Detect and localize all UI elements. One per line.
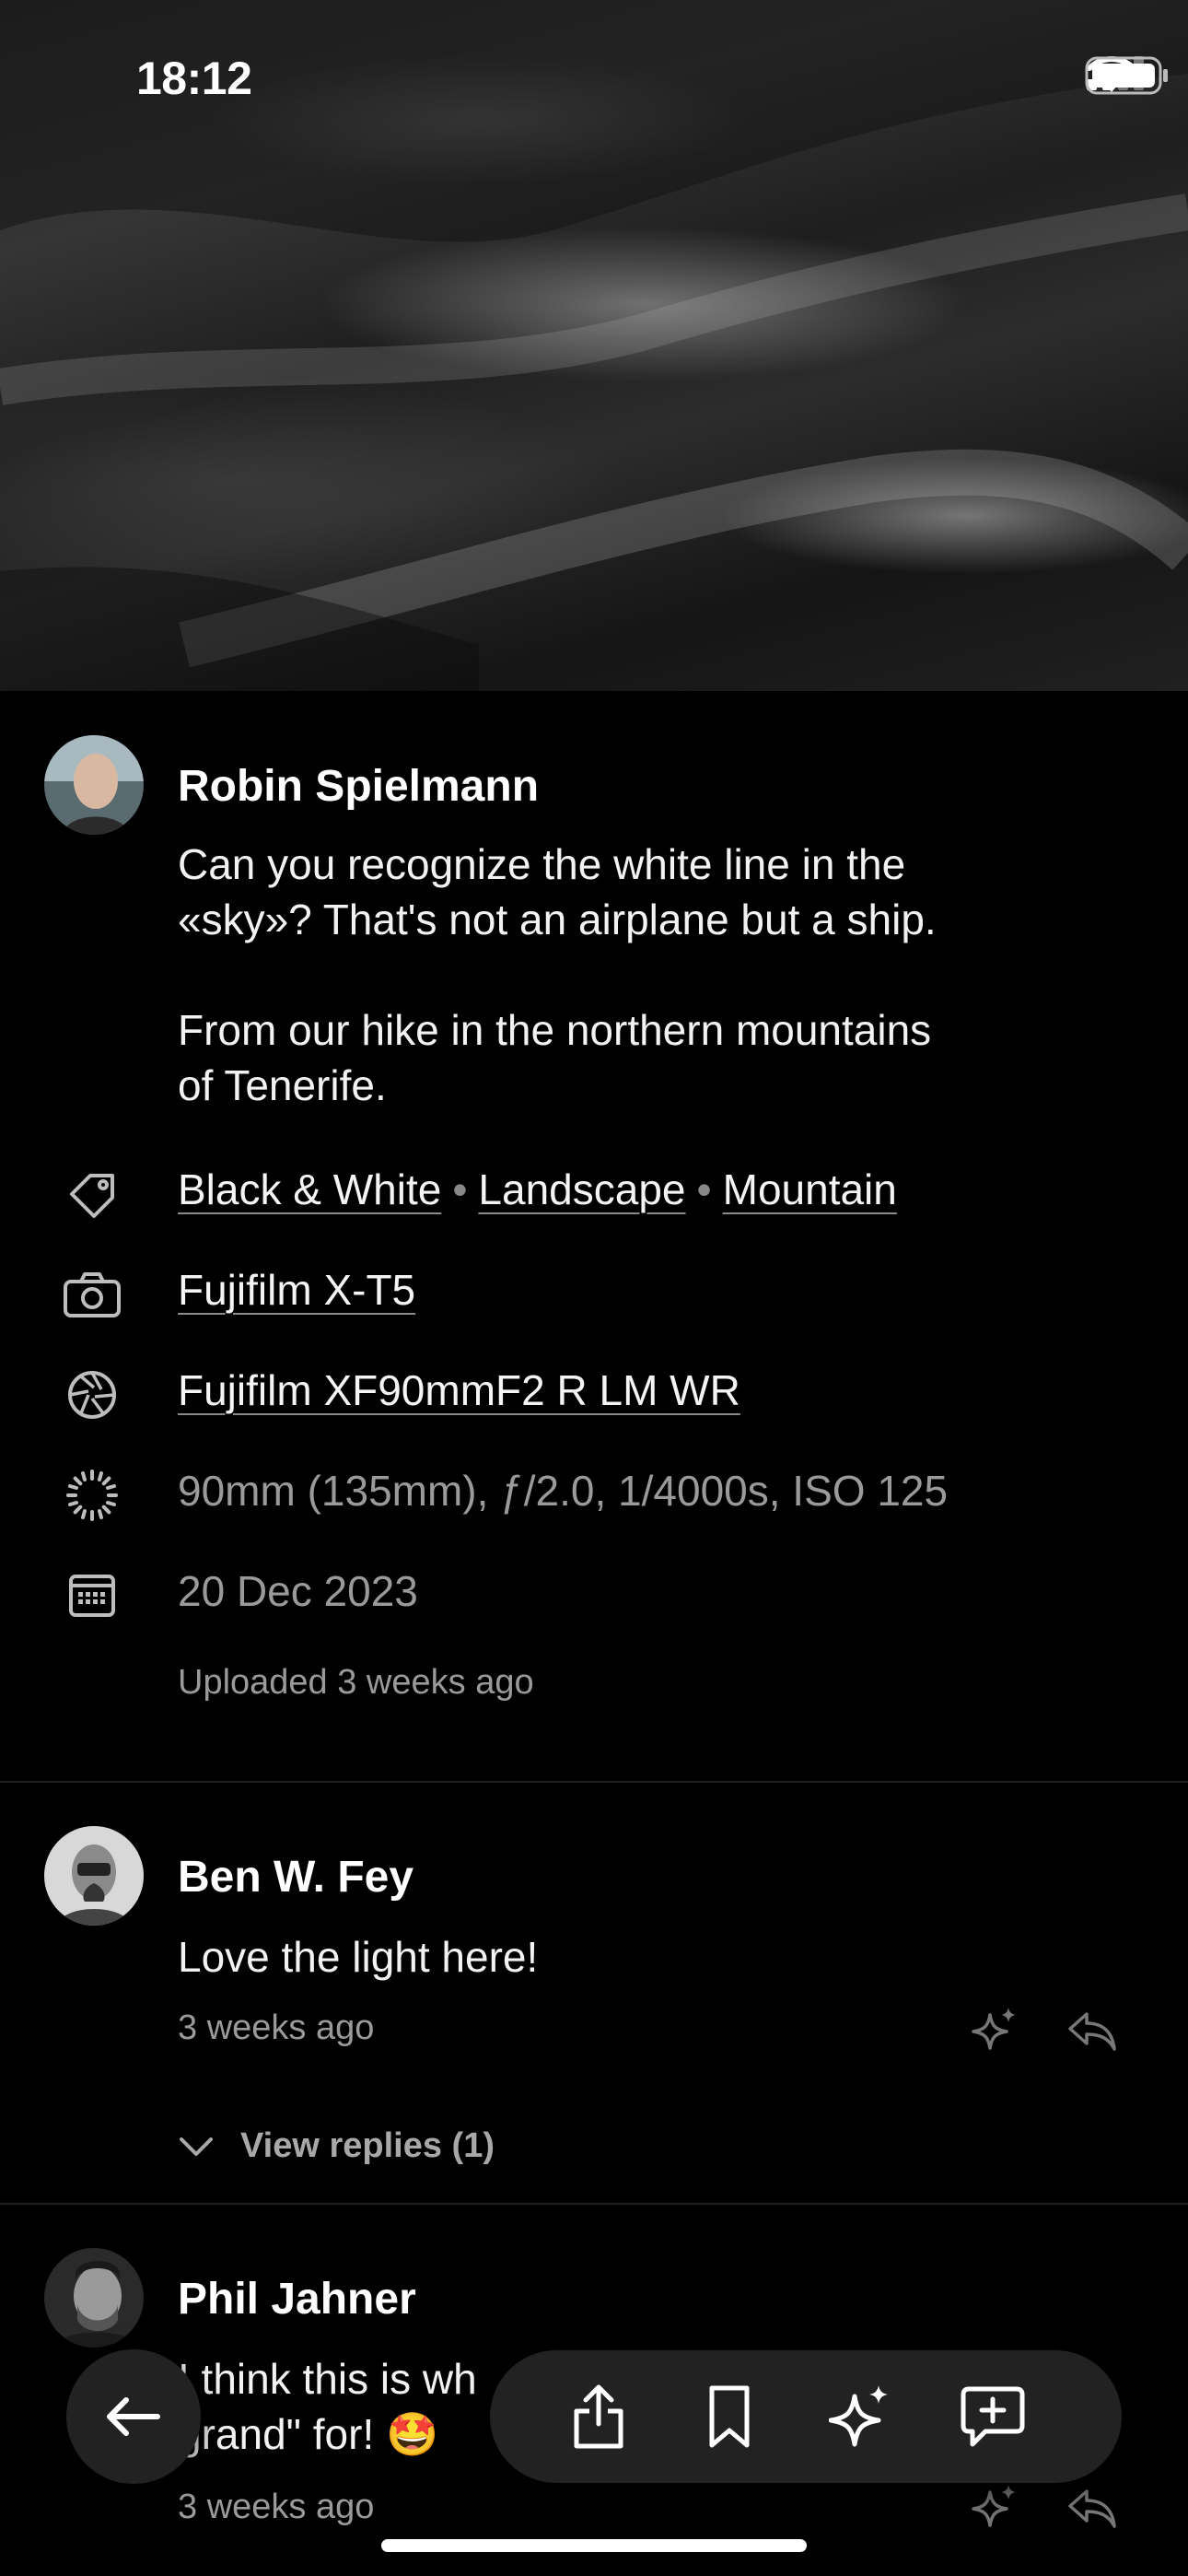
tag-link[interactable]: Mountain: [723, 1165, 897, 1213]
back-button[interactable]: [66, 2349, 201, 2484]
description-line: From our hike in the northern mountains: [178, 1006, 932, 1054]
aperture-icon: [63, 1367, 122, 1423]
exposure-text: 90mm (135mm), ƒ/2.0, 1/4000s, ISO 125: [178, 1467, 949, 1515]
calendar-icon: [63, 1568, 122, 1623]
comment-line: I think this is wh: [178, 2355, 477, 2403]
bookmark-button[interactable]: [696, 2383, 763, 2450]
reply-icon[interactable]: [1066, 2482, 1118, 2534]
share-icon: [574, 2384, 623, 2449]
reply-icon[interactable]: [1066, 2005, 1118, 2056]
battery-icon: [1085, 56, 1168, 95]
commenter-avatar[interactable]: [44, 2248, 144, 2348]
comment-line: grand" for! 🤩: [178, 2410, 439, 2458]
sparkle-icon[interactable]: [969, 2482, 1020, 2534]
tags-row: Black & White • Landscape • Mountain: [0, 1159, 1188, 1224]
comment-time: 3 weeks ago: [178, 2488, 375, 2526]
sparkle-icon: [829, 2385, 888, 2447]
home-indicator: [381, 2539, 807, 2552]
author-avatar[interactable]: [44, 735, 144, 835]
camera-icon: [63, 1267, 122, 1322]
commenter-name[interactable]: Ben W. Fey: [178, 1852, 413, 1903]
camera-row: Fujifilm X-T5: [0, 1259, 1188, 1324]
description-line: «sky»? That's not an airplane but a ship…: [178, 896, 937, 943]
tag-separator: •: [452, 1165, 468, 1213]
tag-link[interactable]: Black & White: [178, 1165, 441, 1213]
post-photo[interactable]: 18:12: [0, 0, 1188, 691]
arrow-left-icon: [107, 2397, 160, 2436]
exposure-icon: [63, 1468, 122, 1523]
exposure-row: 90mm (135mm), ƒ/2.0, 1/4000s, ISO 125: [0, 1460, 1188, 1525]
sparkle-icon[interactable]: [969, 2005, 1020, 2056]
commenter-name[interactable]: Phil Jahner: [178, 2274, 416, 2324]
comment-text: Love the light here!: [178, 1933, 539, 1981]
tag-icon: [63, 1166, 122, 1222]
sparkle-button[interactable]: [827, 2383, 893, 2450]
post-description: Can you recognize the white line in the …: [178, 837, 937, 1113]
description-line: of Tenerife.: [178, 1061, 387, 1109]
commenter-avatar[interactable]: [44, 1826, 144, 1926]
tag-link[interactable]: Landscape: [478, 1165, 685, 1213]
bookmark-icon: [709, 2385, 750, 2448]
add-comment-icon: [961, 2386, 1025, 2447]
lens-link[interactable]: Fujifilm XF90mmF2 R LM WR: [178, 1366, 740, 1414]
author-name[interactable]: Robin Spielmann: [178, 761, 539, 812]
share-button[interactable]: [565, 2383, 632, 2450]
chevron-down-icon: [180, 2137, 213, 2156]
status-time: 18:12: [136, 53, 252, 104]
view-replies-button[interactable]: View replies (1): [178, 2126, 495, 2166]
date-row: 20 Dec 2023: [0, 1561, 1188, 1625]
action-toolbar: [490, 2350, 1122, 2483]
add-comment-button[interactable]: [960, 2383, 1026, 2450]
camera-link[interactable]: Fujifilm X-T5: [178, 1266, 415, 1314]
section-divider: [0, 1781, 1188, 1783]
uploaded-time: Uploaded 3 weeks ago: [178, 1663, 534, 1702]
view-replies-label: View replies (1): [240, 2126, 495, 2165]
tag-separator: •: [696, 1165, 712, 1213]
comment-text: I think this is wh grand" for! 🤩: [178, 2351, 477, 2462]
section-divider: [0, 2203, 1188, 2205]
description-line: Can you recognize the white line in the: [178, 840, 906, 888]
comment-time: 3 weeks ago: [178, 2008, 375, 2047]
date-text: 20 Dec 2023: [178, 1567, 418, 1615]
lens-row: Fujifilm XF90mmF2 R LM WR: [0, 1360, 1188, 1424]
